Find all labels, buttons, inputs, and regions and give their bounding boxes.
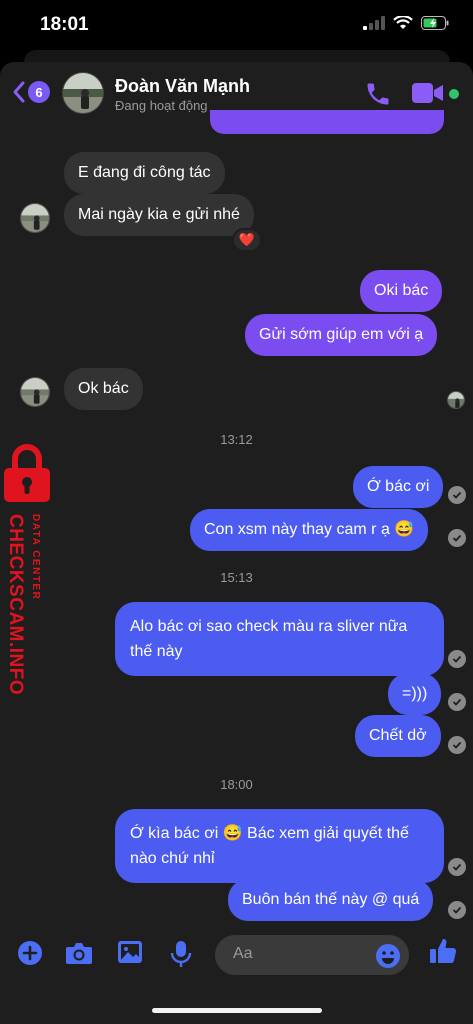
message-bubble-outgoing[interactable]: Gửi sớm giúp em với ạ [245,314,438,356]
wifi-icon [393,16,413,29]
emoji-icon [376,944,400,968]
message-bubble-outgoing[interactable]: Ớ bác ơi [353,466,444,508]
timestamp: 18:00 [220,777,253,792]
delivered-check-icon [448,650,466,668]
microphone-icon [170,941,192,967]
message-bubble-outgoing[interactable]: Ớ kìa bác ơi 😅 Bác xem giải quyết thế nà… [115,809,444,883]
contact-avatar-small [20,203,50,233]
message-bubble-outgoing[interactable]: Chết dở [355,715,441,757]
message-bubble-incoming[interactable]: Mai ngày kia e gửi nhé [64,194,254,236]
plus-button[interactable] [17,940,43,971]
seen-avatar [447,391,465,409]
message-bubble-outgoing[interactable]: Alo bác ơi sao check màu ra sliver nữa t… [115,602,444,676]
watermark-main: CHECKSCAM.INFO [5,514,26,696]
delivered-check-icon [448,858,466,876]
heart-reaction[interactable]: ❤️ [232,228,262,252]
delivered-check-icon [448,693,466,711]
message-composer: Aa [0,924,473,984]
status-time: 18:01 [40,14,89,35]
camera-icon [66,943,92,964]
plus-icon [18,941,42,965]
contact-avatar-small [20,377,50,407]
like-button[interactable] [429,937,457,970]
image-icon [118,941,142,963]
message-bubble-outgoing[interactable]: Con xsm này thay cam r ạ 😅 [190,509,429,551]
watermark: CHECKSCAM.INFO DATA CENTER [0,440,56,695]
message-bubble-incoming[interactable]: Ok bác [64,368,143,410]
message-bubble-partial [210,110,444,134]
message-input-placeholder: Aa [233,945,253,962]
camera-button[interactable] [65,940,93,971]
delivered-check-icon [448,736,466,754]
chat-screen: 6 Đoàn Văn Mạnh Đang hoạt động E đang đi… [0,62,473,1024]
emoji-button[interactable] [375,943,401,974]
timestamp: 15:13 [220,570,253,585]
message-bubble-outgoing[interactable]: Oki bác [360,270,443,312]
battery-icon [421,16,449,30]
message-input[interactable]: Aa [215,935,409,975]
watermark-text: CHECKSCAM.INFO DATA CENTER [0,514,56,696]
voice-message-button[interactable] [170,940,192,973]
message-bubble-outgoing[interactable]: =))) [388,673,442,715]
message-list[interactable]: E đang đi công tác Mai ngày kia e gửi nh… [0,62,473,1024]
padlock-icon [4,444,50,502]
delivered-check-icon [448,901,466,919]
thumbs-up-icon [430,938,457,964]
message-bubble-incoming[interactable]: E đang đi công tác [64,152,225,194]
message-bubble-outgoing[interactable]: Buôn bán thế này @ quá [228,879,434,921]
signal-icon [363,16,385,30]
gallery-button[interactable] [117,940,143,969]
home-indicator[interactable] [152,1008,322,1013]
delivered-check-icon [448,486,466,504]
delivered-check-icon [448,529,466,547]
status-bar: 18:01 [0,0,473,52]
status-icons [363,16,449,30]
watermark-sub: DATA CENTER [30,514,41,601]
timestamp: 13:12 [220,432,253,447]
